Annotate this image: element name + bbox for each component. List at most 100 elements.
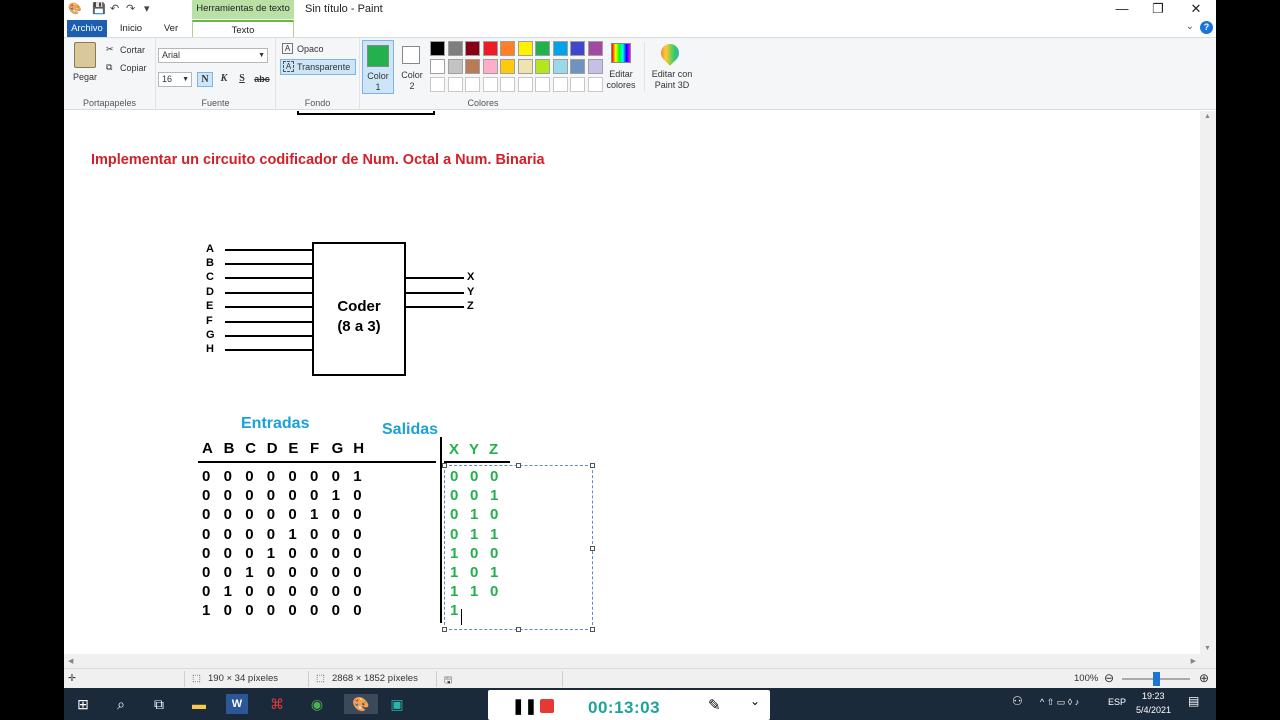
clock-date[interactable]: 5/4/2021 — [1136, 705, 1171, 715]
paint3d-button[interactable]: Editar con Paint 3D — [644, 40, 698, 92]
acrobat-icon[interactable]: ⌘ — [266, 694, 288, 714]
collapse-ribbon-icon[interactable]: ⌄ — [1186, 21, 1194, 32]
redo-icon[interactable]: ↷ — [126, 2, 135, 15]
zoom-slider-track[interactable] — [1122, 672, 1190, 686]
palette-swatch[interactable] — [517, 41, 533, 56]
language-indicator[interactable]: ESP — [1108, 697, 1126, 707]
windows-start-icon[interactable]: ⊞ — [72, 694, 94, 714]
palette-custom-swatch[interactable] — [500, 77, 515, 92]
zoom-slider-thumb[interactable] — [1153, 672, 1160, 686]
paint-taskbar-icon[interactable]: 🎨 — [344, 694, 378, 714]
zoom-in-button[interactable]: ⊕ — [1199, 671, 1209, 685]
clock-time[interactable]: 19:23 — [1142, 691, 1165, 701]
minimize-button[interactable]: — — [1104, 0, 1140, 19]
scroll-down-icon[interactable]: ▼ — [1204, 645, 1211, 652]
tab-ver[interactable]: Ver — [158, 20, 184, 37]
word-icon[interactable]: W — [226, 694, 248, 714]
tab-inicio[interactable]: Inicio — [116, 20, 146, 37]
editar-colores-button[interactable]: Editar colores — [606, 42, 636, 92]
palette-swatch[interactable] — [447, 41, 463, 56]
palette-custom-swatch[interactable] — [535, 77, 550, 92]
resize-handle[interactable] — [590, 627, 595, 632]
vertical-scrollbar[interactable]: ▲ ▼ — [1200, 111, 1216, 654]
cortar-button[interactable]: Cortar — [120, 45, 145, 55]
stop-recording-icon[interactable] — [540, 699, 554, 713]
bold-button[interactable]: N — [197, 72, 213, 87]
resize-handle[interactable] — [590, 546, 595, 551]
palette-custom-swatch[interactable] — [570, 77, 585, 92]
palette-swatch[interactable] — [587, 59, 603, 74]
palette-custom-swatch[interactable] — [587, 77, 603, 92]
customize-quick-access-icon[interactable]: ▾ — [144, 2, 150, 15]
copiar-button[interactable]: Copiar — [120, 63, 147, 73]
scroll-right-icon[interactable]: ▶ — [1191, 657, 1196, 665]
palette-swatch[interactable] — [482, 59, 498, 74]
zoom-level: 100% — [1074, 673, 1099, 684]
palette-swatch[interactable] — [535, 59, 550, 74]
font-size-select[interactable]: 16 ▼ — [158, 72, 192, 87]
tab-archivo[interactable]: Archivo — [67, 20, 107, 37]
chrome-icon[interactable]: ◉ — [306, 694, 328, 714]
resize-handle[interactable] — [442, 627, 447, 632]
more-options-icon[interactable]: ⌄ — [750, 694, 760, 708]
strikethrough-button[interactable]: abc — [252, 72, 272, 87]
palette-swatch[interactable] — [430, 59, 445, 74]
opaco-button[interactable]: A Opaco — [280, 42, 356, 57]
people-icon[interactable]: ⚇ — [1012, 694, 1023, 708]
palette-swatch[interactable] — [587, 41, 603, 56]
save-icon[interactable]: 💾 — [92, 2, 106, 15]
color2-button[interactable]: Color 2 — [396, 40, 428, 94]
palette-swatch[interactable] — [570, 59, 585, 74]
search-icon[interactable]: ⌕ — [110, 694, 132, 714]
resize-handle[interactable] — [516, 627, 521, 632]
palette-swatch[interactable] — [517, 59, 533, 74]
palette-swatch[interactable] — [500, 59, 515, 74]
text-selection-box[interactable] — [442, 463, 595, 632]
palette-swatch[interactable] — [500, 41, 515, 56]
pegar-button[interactable]: Pegar — [73, 72, 97, 82]
palette-custom-swatch[interactable] — [447, 77, 463, 92]
tab-texto[interactable]: Texto — [192, 20, 294, 37]
palette-swatch[interactable] — [465, 41, 480, 56]
transparente-button[interactable]: A Transparente — [280, 59, 356, 75]
zoom-out-button[interactable]: ⊖ — [1104, 671, 1114, 685]
cut-icon[interactable]: ✂ — [106, 44, 114, 55]
palette-swatch[interactable] — [535, 41, 550, 56]
file-explorer-icon[interactable]: ▬ — [188, 694, 210, 714]
notifications-icon[interactable]: ▤ — [1188, 694, 1199, 708]
palette-swatch[interactable] — [447, 59, 463, 74]
tray-icons[interactable]: ^ ⇧ ▭ ◊ ♪ — [1040, 697, 1079, 708]
palette-custom-swatch[interactable] — [517, 77, 533, 92]
close-button[interactable]: ✕ — [1178, 0, 1214, 19]
pencil-icon[interactable]: ✎ — [708, 696, 721, 714]
palette-swatch[interactable] — [570, 41, 585, 56]
resize-handle[interactable] — [442, 463, 447, 468]
help-icon[interactable]: ? — [1200, 21, 1213, 34]
undo-icon[interactable]: ↶ — [110, 2, 119, 15]
palette-swatch[interactable] — [482, 41, 498, 56]
recorder-taskbar-icon[interactable]: ▣ — [386, 694, 408, 714]
task-view-icon[interactable]: ⧉ — [148, 694, 170, 714]
resize-handle[interactable] — [516, 463, 521, 468]
paste-icon[interactable] — [74, 42, 96, 68]
palette-swatch[interactable] — [552, 41, 568, 56]
palette-custom-swatch[interactable] — [552, 77, 568, 92]
color1-button[interactable]: Color 1 — [362, 40, 394, 94]
horizontal-scrollbar[interactable]: ◀ ▶ — [64, 654, 1216, 668]
canvas[interactable]: Implementar un circuito codificador de N… — [64, 111, 1216, 654]
italic-button[interactable]: K — [216, 72, 232, 87]
scroll-left-icon[interactable]: ◀ — [68, 657, 73, 665]
scroll-up-icon[interactable]: ▲ — [1204, 113, 1211, 120]
resize-handle[interactable] — [590, 463, 595, 468]
palette-swatch[interactable] — [430, 41, 445, 56]
palette-custom-swatch[interactable] — [482, 77, 498, 92]
copy-icon[interactable]: ⧉ — [106, 62, 112, 73]
palette-swatch[interactable] — [465, 59, 480, 74]
underline-button[interactable]: S — [234, 72, 250, 87]
palette-swatch[interactable] — [552, 59, 568, 74]
pause-icon[interactable]: ❚❚ — [512, 697, 537, 715]
palette-custom-swatch[interactable] — [465, 77, 480, 92]
restore-button[interactable]: ❐ — [1140, 0, 1176, 19]
palette-custom-swatch[interactable] — [430, 77, 445, 92]
font-family-select[interactable]: Arial ▼ — [158, 48, 268, 63]
